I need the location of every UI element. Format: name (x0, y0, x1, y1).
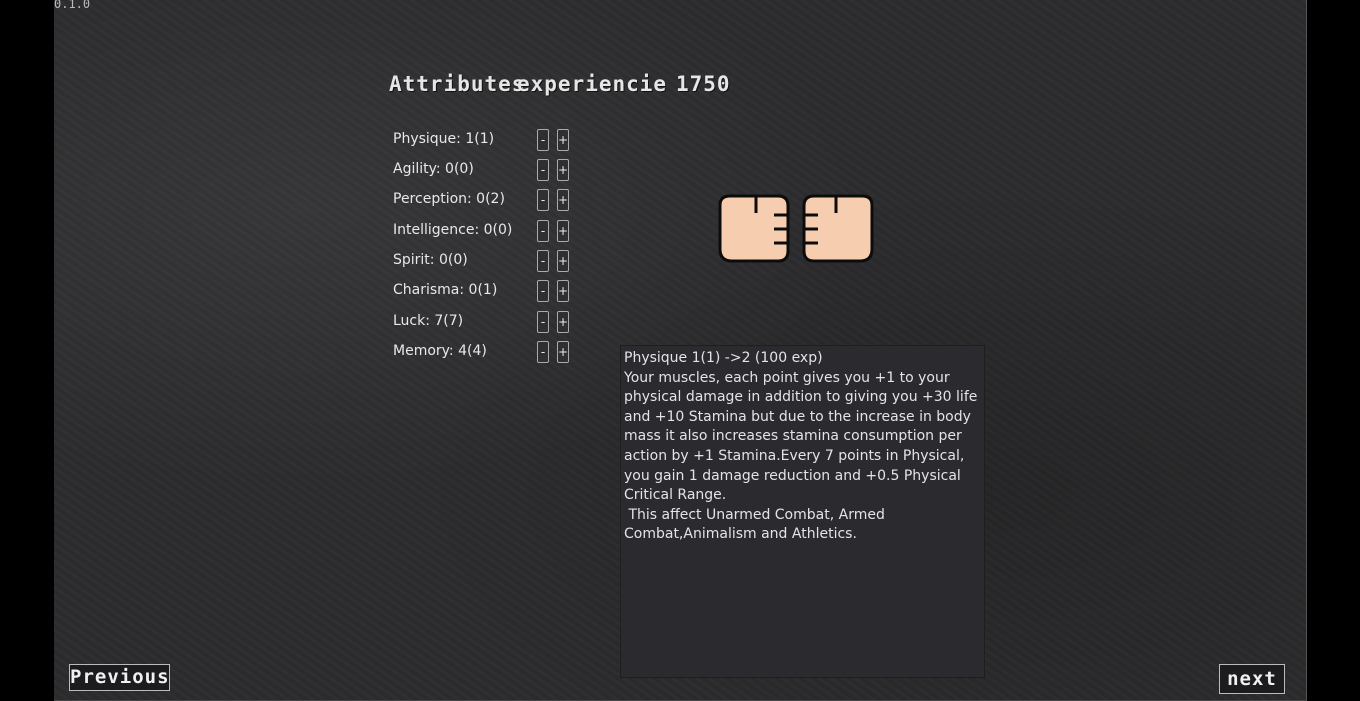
increase-physique-button[interactable]: + (557, 129, 569, 151)
decrease-agility-button[interactable]: - (537, 159, 549, 181)
attribute-description: Physique 1(1) ->2 (100 exp) Your muscles… (620, 345, 985, 678)
decrease-luck-button[interactable]: - (537, 311, 549, 333)
decrease-charisma-button[interactable]: - (537, 280, 549, 302)
fists-icon (718, 194, 874, 263)
attribute-label: Memory: 4(4) (393, 343, 487, 359)
attribute-row-physique: Physique: 1(1) - + (393, 129, 583, 151)
attribute-label: Luck: 7(7) (393, 313, 464, 329)
attribute-label: Charisma: 0(1) (393, 282, 498, 298)
attributes-title: Attributes (389, 72, 526, 96)
attribute-label: Spirit: 0(0) (393, 252, 468, 268)
increase-luck-button[interactable]: + (557, 311, 569, 333)
attribute-label: Intelligence: 0(0) (393, 222, 513, 238)
increase-intelligence-button[interactable]: + (557, 220, 569, 242)
increase-charisma-button[interactable]: + (557, 280, 569, 302)
attribute-row-luck: Luck: 7(7) - + (393, 311, 583, 333)
attribute-row-spirit: Spirit: 0(0) - + (393, 250, 583, 272)
attribute-label: Agility: 0(0) (393, 161, 474, 177)
previous-button[interactable]: Previous (69, 664, 170, 691)
attribute-row-intelligence: Intelligence: 0(0) - + (393, 220, 583, 242)
attribute-row-agility: Agility: 0(0) - + (393, 159, 583, 181)
increase-memory-button[interactable]: + (557, 341, 569, 363)
experience-value: 1750 (676, 72, 731, 96)
next-button[interactable]: next (1219, 664, 1285, 694)
experience-label: experiencie (517, 72, 668, 96)
increase-spirit-button[interactable]: + (557, 250, 569, 272)
decrease-spirit-button[interactable]: - (537, 250, 549, 272)
attribute-label: Physique: 1(1) (393, 131, 495, 147)
version-label: 0.1.0 (54, 0, 91, 11)
decrease-physique-button[interactable]: - (537, 129, 549, 151)
decrease-memory-button[interactable]: - (537, 341, 549, 363)
increase-agility-button[interactable]: + (557, 159, 569, 181)
decrease-intelligence-button[interactable]: - (537, 220, 549, 242)
attribute-row-charisma: Charisma: 0(1) - + (393, 280, 583, 302)
attribute-label: Perception: 0(2) (393, 191, 505, 207)
decrease-perception-button[interactable]: - (537, 189, 549, 211)
attribute-row-perception: Perception: 0(2) - + (393, 189, 583, 211)
increase-perception-button[interactable]: + (557, 189, 569, 211)
attribute-row-memory: Memory: 4(4) - + (393, 341, 583, 363)
